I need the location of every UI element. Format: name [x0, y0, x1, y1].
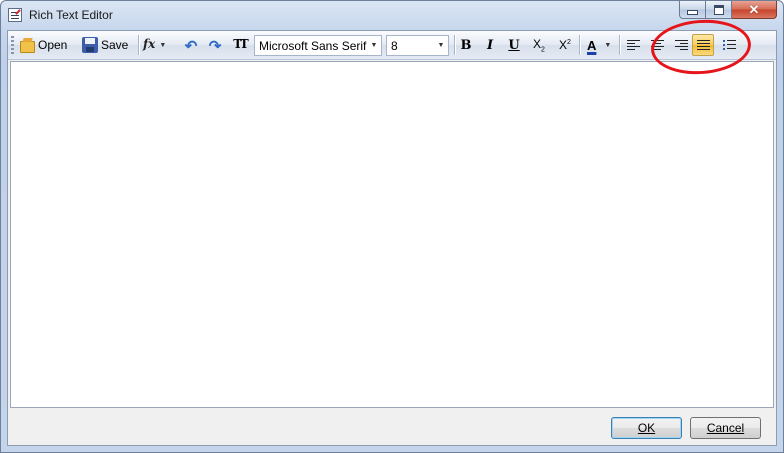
- ok-button-label: OK: [637, 421, 656, 435]
- window-title: Rich Text Editor: [29, 8, 113, 22]
- italic-button[interactable]: I: [481, 34, 499, 56]
- caption-buttons: ✕: [679, 1, 777, 21]
- title-bar[interactable]: Rich Text Editor ✕: [1, 1, 783, 31]
- redo-button[interactable]: ↷: [205, 34, 225, 56]
- cancel-button-label: Cancel: [706, 421, 745, 435]
- open-button[interactable]: Open: [19, 34, 75, 56]
- document-edit-icon: [8, 8, 22, 22]
- close-button[interactable]: ✕: [732, 1, 777, 19]
- clear-format-icon: TT: [233, 37, 249, 51]
- toolbar-grip[interactable]: [11, 36, 14, 54]
- chevron-down-icon[interactable]: ▼: [367, 42, 381, 49]
- fx-icon: fx: [143, 37, 156, 51]
- minimize-icon: [687, 10, 698, 15]
- bold-icon: B: [460, 37, 472, 53]
- superscript-icon: X2: [559, 38, 571, 52]
- open-folder-icon: [19, 37, 35, 53]
- subscript-glyph: X: [533, 36, 542, 51]
- undo-icon: ↶: [184, 38, 198, 55]
- font-color-icon: A: [587, 37, 597, 53]
- align-left-button[interactable]: [622, 34, 644, 56]
- align-left-icon: [626, 39, 640, 51]
- superscript-button[interactable]: X2: [554, 34, 576, 56]
- superscript-glyph: X: [559, 38, 568, 52]
- save-button[interactable]: Save: [82, 34, 134, 56]
- editor-text-area[interactable]: [10, 61, 774, 408]
- bold-button[interactable]: B: [457, 34, 475, 56]
- insert-function-dropdown[interactable]: fx ▼: [143, 34, 175, 56]
- open-button-label: Open: [38, 38, 68, 52]
- undo-button[interactable]: ↶: [181, 34, 201, 56]
- toolbar-separator: [454, 35, 455, 55]
- chevron-down-icon[interactable]: ▼: [434, 42, 448, 49]
- ok-button[interactable]: OK: [611, 417, 682, 439]
- rich-text-editor-window: Rich Text Editor ✕ Open Save fx ▼ ↶ ↷ TT…: [0, 0, 784, 453]
- toolbar-separator: [619, 35, 620, 55]
- underline-icon: U: [508, 37, 520, 53]
- cancel-button[interactable]: Cancel: [690, 417, 761, 439]
- toolbar-separator: [579, 35, 580, 55]
- toolbar-separator: [138, 35, 139, 55]
- italic-icon: I: [486, 37, 494, 53]
- redo-icon: ↷: [208, 38, 222, 55]
- font-size-combo[interactable]: 8 ▼: [386, 35, 449, 56]
- font-family-value: Microsoft Sans Serif: [259, 38, 367, 53]
- subscript-icon: X2: [533, 36, 545, 54]
- clear-format-button[interactable]: TT: [229, 34, 251, 56]
- client-area: Open Save fx ▼ ↶ ↷ TT Microsoft Sans Ser…: [7, 30, 777, 446]
- font-color-dropdown[interactable]: A ▼: [583, 34, 617, 56]
- chevron-down-icon: ▼: [604, 41, 612, 49]
- font-family-combo[interactable]: Microsoft Sans Serif ▼: [254, 35, 382, 56]
- save-button-label: Save: [101, 38, 129, 52]
- font-size-value: 8: [391, 38, 398, 53]
- save-disk-icon: [82, 37, 98, 53]
- chevron-down-icon: ▼: [159, 41, 167, 49]
- maximize-icon: [713, 4, 724, 15]
- maximize-button[interactable]: [706, 1, 732, 19]
- close-icon: ✕: [748, 1, 760, 17]
- minimize-button[interactable]: [679, 1, 706, 19]
- underline-button[interactable]: U: [505, 34, 523, 56]
- subscript-button[interactable]: X2: [528, 34, 550, 56]
